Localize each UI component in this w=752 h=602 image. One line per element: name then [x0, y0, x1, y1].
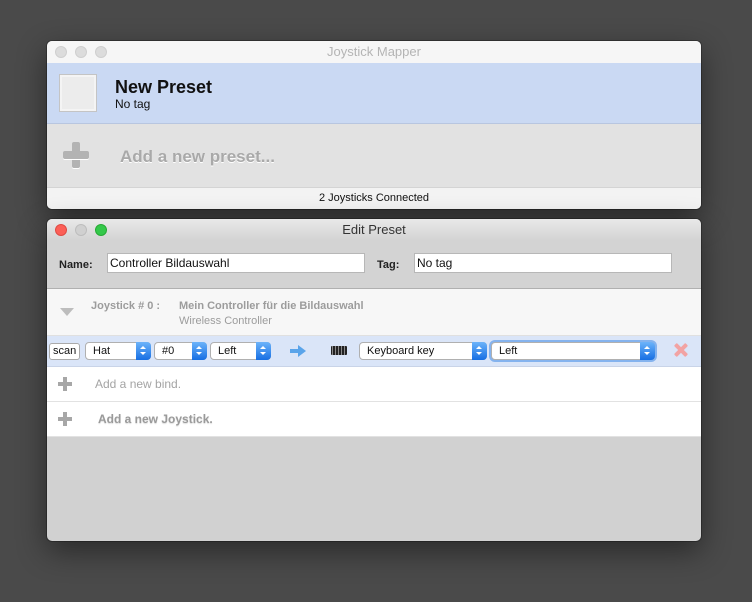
tag-label: Tag: — [377, 259, 400, 271]
mapper-titlebar[interactable]: Joystick Mapper — [47, 41, 701, 64]
name-field[interactable]: Controller Bildauswahl — [107, 253, 365, 273]
input-type-value: Hat — [93, 345, 111, 357]
preset-form: Name: Controller Bildauswahl Tag: No tag — [47, 241, 701, 289]
keyboard-icon — [331, 346, 347, 355]
zoom-button[interactable] — [95, 224, 107, 236]
joystick-subtitle: Wireless Controller — [179, 315, 272, 327]
input-index-select[interactable]: #0 — [154, 342, 207, 360]
input-index-value: #0 — [162, 345, 175, 357]
scan-button[interactable]: scan — [49, 343, 81, 360]
input-type-select[interactable]: Hat — [85, 342, 151, 360]
chevron-updown-icon — [256, 342, 271, 360]
action-key-value: Left — [499, 345, 518, 357]
bind-row: scan Hat #0 Left Keyboard key Left — [47, 336, 701, 367]
preset-tag: No tag — [115, 97, 151, 111]
plus-icon — [63, 142, 89, 168]
preset-thumbnail — [59, 74, 97, 112]
joystick-mapper-window: Joystick Mapper New Preset No tag Add a … — [47, 41, 701, 209]
input-direction-select[interactable]: Left — [210, 342, 271, 360]
plus-icon — [58, 412, 72, 426]
chevron-updown-icon — [136, 342, 151, 360]
arrow-right-icon — [290, 345, 306, 357]
chevron-updown-icon — [192, 342, 207, 360]
minimize-button[interactable] — [75, 224, 87, 236]
disclosure-triangle-icon[interactable] — [60, 308, 74, 316]
status-bar: 2 Joysticks Connected — [47, 187, 701, 209]
zoom-button[interactable] — [95, 46, 107, 58]
action-key-select[interactable]: Left — [491, 342, 655, 360]
window-controls — [55, 224, 107, 236]
close-button[interactable] — [55, 46, 67, 58]
close-button[interactable] — [55, 224, 67, 236]
add-preset-button[interactable]: Add a new preset... — [47, 124, 701, 188]
joystick-name: Mein Controller für die Bildauswahl — [179, 300, 364, 312]
joystick-id: Joystick # 0 : — [91, 300, 161, 312]
add-joystick-button[interactable]: Add a new Joystick. — [47, 402, 701, 437]
delete-bind-icon[interactable] — [674, 343, 688, 357]
add-preset-label: Add a new preset... — [120, 147, 275, 166]
preset-item-selected[interactable]: New Preset No tag — [47, 63, 701, 124]
minimize-button[interactable] — [75, 46, 87, 58]
add-joystick-label: Add a new Joystick. — [98, 412, 213, 426]
tag-field[interactable]: No tag — [414, 253, 672, 273]
name-label: Name: — [59, 259, 93, 271]
plus-icon — [58, 377, 72, 391]
preset-name: New Preset — [115, 77, 213, 97]
action-type-value: Keyboard key — [367, 345, 435, 357]
chevron-updown-icon — [472, 342, 487, 360]
chevron-updown-icon — [640, 342, 655, 360]
joystick-header[interactable]: Joystick # 0 : Mein Controller für die B… — [47, 289, 701, 336]
input-direction-value: Left — [218, 345, 237, 357]
window-title: Edit Preset — [342, 222, 406, 237]
window-controls — [55, 46, 107, 58]
add-bind-label: Add a new bind. — [95, 377, 182, 391]
edit-titlebar[interactable]: Edit Preset — [47, 219, 701, 241]
action-type-select[interactable]: Keyboard key — [359, 342, 487, 360]
edit-preset-window: Edit Preset Name: Controller Bildauswahl… — [47, 219, 701, 541]
add-bind-button[interactable]: Add a new bind. — [47, 367, 701, 402]
window-title: Joystick Mapper — [327, 44, 421, 59]
